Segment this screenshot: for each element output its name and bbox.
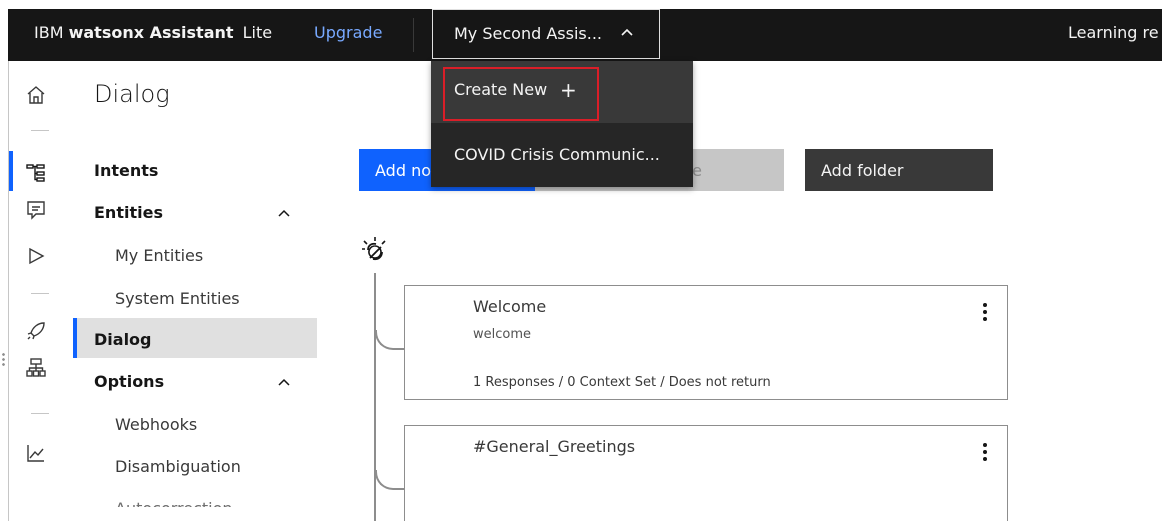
top-header: IBM watsonx Assistant Lite Upgrade My Se… — [8, 9, 1162, 61]
node-title: Welcome — [473, 297, 547, 316]
add-folder-button[interactable]: Add folder — [805, 149, 993, 191]
resize-handle[interactable] — [2, 352, 5, 368]
analytics-icon[interactable] — [25, 442, 47, 464]
nav-item-dialog[interactable]: Dialog — [94, 330, 152, 349]
overflow-menu-icon[interactable] — [983, 442, 987, 462]
play-icon[interactable] — [25, 245, 47, 267]
assistant-dropdown-menu: Create New + COVID Crisis Communic... — [431, 61, 693, 187]
plus-icon: + — [560, 78, 577, 102]
rail-active-indicator — [9, 151, 13, 191]
nav-item-disambiguation[interactable]: Disambiguation — [115, 457, 241, 476]
product-name[interactable]: IBM watsonx Assistant Lite — [34, 23, 272, 42]
chevron-up-icon — [621, 28, 633, 36]
tree-connector — [375, 470, 405, 490]
chevron-up-icon[interactable] — [277, 377, 291, 387]
chevron-up-icon[interactable] — [277, 208, 291, 218]
brand-plan: Lite — [242, 23, 273, 42]
brand-prefix: IBM — [34, 23, 64, 42]
tree-trunk-line — [374, 273, 376, 521]
nav-item-autocorrection[interactable]: Autocorrection — [115, 497, 233, 507]
tree-connector — [375, 330, 405, 350]
learning-resources-link[interactable]: Learning re — [1068, 23, 1159, 42]
page-title: Dialog — [94, 80, 170, 108]
upgrade-link[interactable]: Upgrade — [314, 23, 382, 42]
header-divider — [413, 18, 414, 52]
brand-name: watsonx Assistant — [68, 23, 234, 42]
node-title: #General_Greetings — [473, 437, 636, 456]
nav-item-options[interactable]: Options — [94, 372, 164, 391]
rail-separator — [31, 413, 49, 414]
rail-separator — [31, 130, 49, 131]
node-summary: 1 Responses / 0 Context Set / Does not r… — [473, 375, 771, 390]
nav-item-my-entities[interactable]: My Entities — [115, 246, 203, 265]
nav-item-intents[interactable]: Intents — [94, 161, 158, 180]
nav-item-entities[interactable]: Entities — [94, 203, 163, 222]
add-child-node-label: e — [692, 161, 702, 180]
assistant-selector[interactable]: My Second Assis... — [432, 9, 660, 59]
overflow-menu-icon[interactable] — [983, 302, 987, 322]
rail-separator — [31, 293, 49, 294]
skills-tree-icon[interactable] — [25, 162, 47, 184]
node-condition: welcome — [473, 327, 532, 342]
dialog-node[interactable]: #General_Greetings — [404, 425, 1008, 521]
create-new-label: Create New — [454, 80, 548, 99]
icon-rail — [9, 61, 69, 521]
integrations-icon[interactable] — [25, 357, 47, 379]
assistant-selector-label: My Second Assis... — [454, 24, 602, 43]
assistant-name-label: COVID Crisis Communic... — [454, 145, 660, 164]
nav-item-webhooks[interactable]: Webhooks — [115, 415, 197, 434]
watson-assistant-icon — [362, 237, 386, 261]
nav-active-indicator — [73, 318, 77, 358]
rocket-icon[interactable] — [25, 320, 47, 342]
menu-item-assistant[interactable]: COVID Crisis Communic... — [431, 123, 693, 187]
menu-item-create-new[interactable]: Create New + — [431, 61, 693, 123]
nav-item-system-entities[interactable]: System Entities — [115, 289, 240, 308]
dialog-node[interactable]: Welcome welcome 1 Responses / 0 Context … — [404, 285, 1008, 400]
chat-icon[interactable] — [25, 199, 47, 221]
home-icon[interactable] — [25, 84, 47, 106]
